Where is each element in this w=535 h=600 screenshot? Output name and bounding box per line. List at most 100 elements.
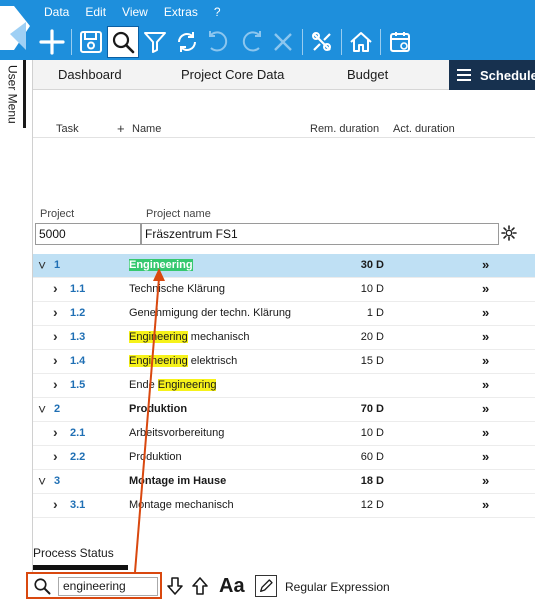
- search-button[interactable]: [107, 26, 139, 58]
- task-row[interactable]: ˅ 1 Engineering 30 D »: [33, 254, 535, 278]
- plus-icon: [39, 29, 65, 55]
- task-number: 2.2: [70, 451, 86, 463]
- task-row[interactable]: ˅ 3 Montage im Hause 18 D »: [33, 470, 535, 494]
- chevron-down-icon[interactable]: ˅: [38, 401, 46, 417]
- task-name: Genehmigung der techn. Klärung: [129, 307, 291, 319]
- chevron-right-icon[interactable]: ›: [53, 376, 58, 392]
- add-column-button[interactable]: +: [117, 121, 125, 136]
- filter-button[interactable]: [139, 26, 171, 58]
- process-status-label: Process Status: [33, 546, 114, 560]
- calendar-button[interactable]: [384, 26, 416, 58]
- menu-edit[interactable]: Edit: [85, 5, 106, 19]
- redo-button[interactable]: [235, 26, 267, 58]
- hamburger-icon: [457, 69, 471, 81]
- task-name-text: Technische Klärung: [129, 283, 226, 295]
- toolbar-separator: [71, 29, 72, 55]
- tab-bar: Dashboard Project Core Data Budget Sched…: [33, 60, 535, 90]
- row-details-button[interactable]: »: [482, 401, 489, 416]
- tab-dashboard[interactable]: Dashboard: [58, 60, 122, 90]
- project-name-label: Project name: [146, 208, 211, 220]
- task-name-text: Ende: [129, 379, 158, 391]
- menu-extras[interactable]: Extras: [164, 5, 198, 19]
- settings-gear-icon[interactable]: [501, 225, 517, 241]
- column-rem-duration[interactable]: Rem. duration: [310, 123, 379, 135]
- tab-project-core-data[interactable]: Project Core Data: [181, 60, 284, 90]
- chevron-right-icon[interactable]: ›: [53, 304, 58, 320]
- project-name-field[interactable]: Fräszentrum FS1: [141, 223, 499, 245]
- user-menu-tab[interactable]: User Menu: [2, 60, 26, 128]
- remaining-duration: 20 D: [360, 331, 384, 343]
- task-name: Arbeitsvorbereitung: [129, 427, 224, 439]
- task-row[interactable]: › 2.2 Produktion 60 D »: [33, 446, 535, 470]
- task-name: Technische Klärung: [129, 283, 225, 295]
- row-details-button[interactable]: »: [482, 497, 489, 512]
- chevron-right-icon[interactable]: ›: [53, 352, 58, 368]
- task-name-text: Montage im Hause: [129, 475, 227, 487]
- undo-icon: [209, 31, 228, 52]
- find-next-button[interactable]: [164, 575, 186, 597]
- task-name: Produktion: [129, 403, 187, 415]
- save-button[interactable]: [75, 26, 107, 58]
- task-row[interactable]: ˅ 2 Produktion 70 D »: [33, 398, 535, 422]
- chevron-right-icon[interactable]: ›: [53, 496, 58, 512]
- task-row[interactable]: › 1.5 Ende Engineering »: [33, 374, 535, 398]
- column-act-duration[interactable]: Act. duration: [393, 123, 455, 135]
- arrow-down-icon: [167, 577, 183, 595]
- refresh-button[interactable]: [171, 26, 203, 58]
- row-details-button[interactable]: »: [482, 281, 489, 296]
- column-name[interactable]: Name: [132, 123, 161, 135]
- match-case-toggle[interactable]: Aa: [219, 575, 245, 598]
- task-name-text: elektrisch: [187, 355, 238, 367]
- calendar-icon: [390, 32, 410, 52]
- task-row[interactable]: › 2.1 Arbeitsvorbereitung 10 D »: [33, 422, 535, 446]
- remaining-duration: 60 D: [360, 451, 384, 463]
- pencil-icon: [260, 579, 273, 592]
- row-details-button[interactable]: »: [482, 377, 489, 392]
- task-number: 2.1: [70, 427, 86, 439]
- find-annotation-box: [26, 572, 162, 599]
- add-button[interactable]: [36, 26, 68, 58]
- chevron-right-icon[interactable]: ›: [53, 280, 58, 296]
- row-details-button[interactable]: »: [482, 425, 489, 440]
- menu-view[interactable]: View: [122, 5, 148, 19]
- task-number: 2: [54, 403, 61, 415]
- row-details-button[interactable]: »: [482, 305, 489, 320]
- row-details-button[interactable]: »: [482, 473, 489, 488]
- task-row[interactable]: › 1.1 Technische Klärung 10 D »: [33, 278, 535, 302]
- column-task[interactable]: Task: [56, 123, 79, 135]
- row-details-button[interactable]: »: [482, 353, 489, 368]
- chevron-right-icon[interactable]: ›: [53, 448, 58, 464]
- project-number-field[interactable]: 5000: [35, 223, 141, 245]
- menu-help[interactable]: ?: [214, 5, 221, 19]
- row-details-button[interactable]: »: [482, 329, 489, 344]
- row-details-button[interactable]: »: [482, 449, 489, 464]
- home-button[interactable]: [345, 26, 377, 58]
- app-logo: [0, 0, 36, 60]
- task-number: 1.3: [70, 331, 86, 343]
- menu-data[interactable]: Data: [44, 5, 69, 19]
- undo-button[interactable]: [203, 26, 235, 58]
- chevron-right-icon[interactable]: ›: [53, 424, 58, 440]
- tools-button[interactable]: [306, 26, 338, 58]
- task-row[interactable]: › 1.2 Genehmigung der techn. Klärung 1 D »: [33, 302, 535, 326]
- chevron-down-icon[interactable]: ˅: [38, 257, 46, 273]
- redo-icon: [242, 31, 261, 52]
- task-name-text: Montage mechanisch: [129, 499, 234, 511]
- home-icon: [350, 32, 372, 52]
- regex-toggle[interactable]: [255, 575, 277, 597]
- row-details-button[interactable]: »: [482, 257, 489, 272]
- chevron-right-icon[interactable]: ›: [53, 328, 58, 344]
- find-previous-button[interactable]: [189, 575, 211, 597]
- task-row[interactable]: › 1.4 Engineering elektrisch 15 D »: [33, 350, 535, 374]
- refresh-icon: [178, 32, 196, 52]
- toolbar-separator: [302, 29, 303, 55]
- task-row[interactable]: › 1.3 Engineering mechanisch 20 D »: [33, 326, 535, 350]
- cancel-button[interactable]: [267, 26, 299, 58]
- tab-schedule[interactable]: Schedule ×: [449, 60, 535, 90]
- chevron-down-icon[interactable]: ˅: [38, 473, 46, 489]
- remaining-duration: 30 D: [360, 259, 384, 271]
- tab-budget[interactable]: Budget: [347, 60, 388, 90]
- task-name-text: Produktion: [129, 403, 188, 415]
- task-row[interactable]: › 3.1 Montage mechanisch 12 D »: [33, 494, 535, 518]
- close-icon: [274, 33, 292, 51]
